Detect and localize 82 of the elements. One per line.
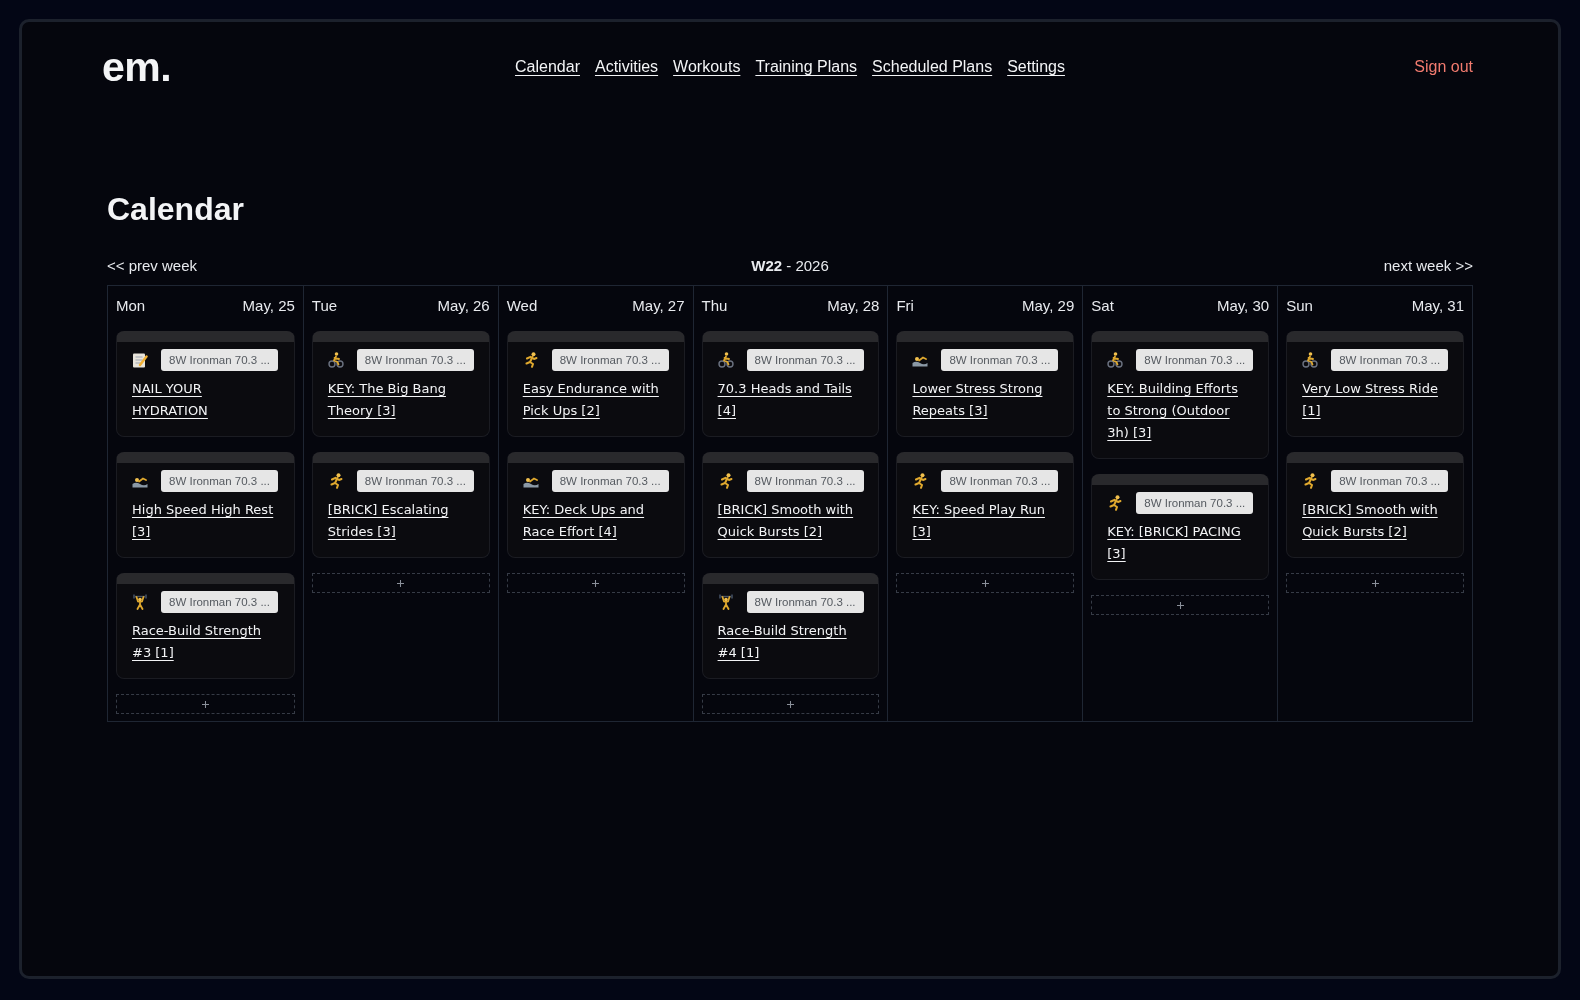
day-name: Sat bbox=[1091, 296, 1114, 316]
prev-week-link[interactable]: << prev week bbox=[107, 256, 198, 276]
cyclist-icon bbox=[717, 352, 734, 368]
workout-link[interactable]: [BRICK] Smooth with Quick Bursts [2] bbox=[717, 499, 863, 543]
weightlifter-icon bbox=[132, 594, 148, 610]
workout-link[interactable]: Race-Build Strength #4 [1] bbox=[717, 620, 863, 664]
workout-link[interactable]: Race-Build Strength #3 [1] bbox=[132, 620, 277, 664]
add-workout-button[interactable] bbox=[701, 694, 880, 714]
day-name: Wed bbox=[506, 296, 538, 316]
plan-tag: 8W Ironman 70.3 ... bbox=[746, 470, 864, 492]
runner-icon bbox=[1107, 495, 1124, 511]
day-date: May, 26 bbox=[437, 296, 490, 316]
plan-tag: 8W Ironman 70.3 ... bbox=[1331, 470, 1449, 492]
plan-tag: 8W Ironman 70.3 ... bbox=[551, 349, 669, 371]
add-workout-button[interactable] bbox=[1286, 573, 1464, 593]
plan-tag: 8W Ironman 70.3 ... bbox=[161, 470, 278, 492]
next-week-link[interactable]: next week >> bbox=[1383, 256, 1473, 276]
add-workout-button[interactable] bbox=[311, 573, 490, 593]
workout-link[interactable]: High Speed High Rest [3] bbox=[132, 499, 277, 543]
plan-tag: 8W Ironman 70.3 ... bbox=[161, 591, 278, 613]
plan-tag: 8W Ironman 70.3 ... bbox=[1136, 349, 1254, 371]
nav-link[interactable]: Training Plans bbox=[755, 57, 858, 77]
day-name: Mon bbox=[116, 296, 146, 316]
plus-icon bbox=[397, 579, 405, 587]
plus-icon bbox=[1176, 601, 1184, 609]
workout-link[interactable]: KEY: Building Efforts to Strong (Outdoor 3h) [3] bbox=[1107, 378, 1253, 444]
plan-tag: 8W Ironman 70.3 ... bbox=[551, 470, 669, 492]
plan-tag: 8W Ironman 70.3 ... bbox=[941, 349, 1059, 371]
workout-link[interactable]: NAIL YOUR HYDRATION bbox=[132, 378, 277, 422]
day-date: May, 27 bbox=[632, 296, 685, 316]
sign-out-link[interactable]: Sign out bbox=[1414, 57, 1473, 77]
workout-link[interactable]: Very Low Stress Ride [1] bbox=[1302, 378, 1448, 422]
add-workout-button[interactable] bbox=[896, 573, 1075, 593]
memo-icon bbox=[132, 352, 148, 368]
plus-icon bbox=[201, 700, 209, 708]
plan-tag: 8W Ironman 70.3 ... bbox=[746, 591, 864, 613]
nav-link[interactable]: Calendar bbox=[515, 57, 580, 77]
cyclist-icon bbox=[1302, 352, 1319, 368]
runner-icon bbox=[1302, 473, 1319, 489]
workout-link[interactable]: [BRICK] Escalating Strides [3] bbox=[327, 499, 473, 543]
workout-link[interactable]: Lower Stress Strong Repeats [3] bbox=[912, 378, 1058, 422]
cyclist-icon bbox=[327, 352, 344, 368]
day-date: May, 29 bbox=[1022, 296, 1075, 316]
workout-link[interactable]: KEY: Deck Ups and Race Effort [4] bbox=[522, 499, 668, 543]
week-label: W22 - 2026 bbox=[751, 256, 829, 276]
plus-icon bbox=[981, 579, 989, 587]
workout-link[interactable]: Easy Endurance with Pick Ups [2] bbox=[522, 378, 668, 422]
runner-icon bbox=[912, 473, 929, 489]
plan-tag: 8W Ironman 70.3 ... bbox=[1331, 349, 1449, 371]
plan-tag: 8W Ironman 70.3 ... bbox=[1136, 492, 1254, 514]
add-workout-button[interactable] bbox=[506, 573, 685, 593]
workout-link[interactable]: [BRICK] Smooth with Quick Bursts [2] bbox=[1302, 499, 1448, 543]
workout-link[interactable]: KEY: The Big Bang Theory [3] bbox=[327, 378, 473, 422]
day-name: Sun bbox=[1286, 296, 1313, 316]
add-workout-button[interactable] bbox=[116, 694, 295, 714]
plan-tag: 8W Ironman 70.3 ... bbox=[746, 349, 864, 371]
plan-tag: 8W Ironman 70.3 ... bbox=[941, 470, 1059, 492]
day-name: Fri bbox=[896, 296, 914, 316]
workout-link[interactable]: 70.3 Heads and Tails [4] bbox=[717, 378, 863, 422]
add-workout-button[interactable] bbox=[1091, 595, 1270, 615]
day-date: May, 30 bbox=[1216, 296, 1270, 316]
logo[interactable]: em. bbox=[102, 43, 172, 91]
weightlifter-icon bbox=[717, 594, 734, 610]
nav-link[interactable]: Activities bbox=[594, 57, 659, 77]
page-title: Calendar bbox=[107, 190, 244, 228]
nav-link[interactable]: Workouts bbox=[673, 57, 741, 77]
day-date: May, 28 bbox=[827, 296, 880, 316]
cyclist-icon bbox=[1107, 352, 1124, 368]
workout-link[interactable]: KEY: [BRICK] PACING [3] bbox=[1107, 521, 1253, 565]
day-date: May, 25 bbox=[242, 296, 295, 316]
plan-tag: 8W Ironman 70.3 ... bbox=[356, 470, 474, 492]
plus-icon bbox=[1371, 579, 1379, 587]
workout-link[interactable]: KEY: Speed Play Run [3] bbox=[912, 499, 1058, 543]
plan-tag: 8W Ironman 70.3 ... bbox=[161, 349, 278, 371]
day-date: May, 31 bbox=[1411, 296, 1464, 316]
plan-tag: 8W Ironman 70.3 ... bbox=[356, 349, 474, 371]
nav-link[interactable]: Settings bbox=[1007, 57, 1065, 77]
plus-icon bbox=[787, 700, 794, 708]
day-name: Tue bbox=[311, 296, 338, 316]
day-name: Thu bbox=[701, 296, 728, 316]
nav-link[interactable]: Scheduled Plans bbox=[872, 57, 993, 77]
plus-icon bbox=[592, 579, 600, 587]
